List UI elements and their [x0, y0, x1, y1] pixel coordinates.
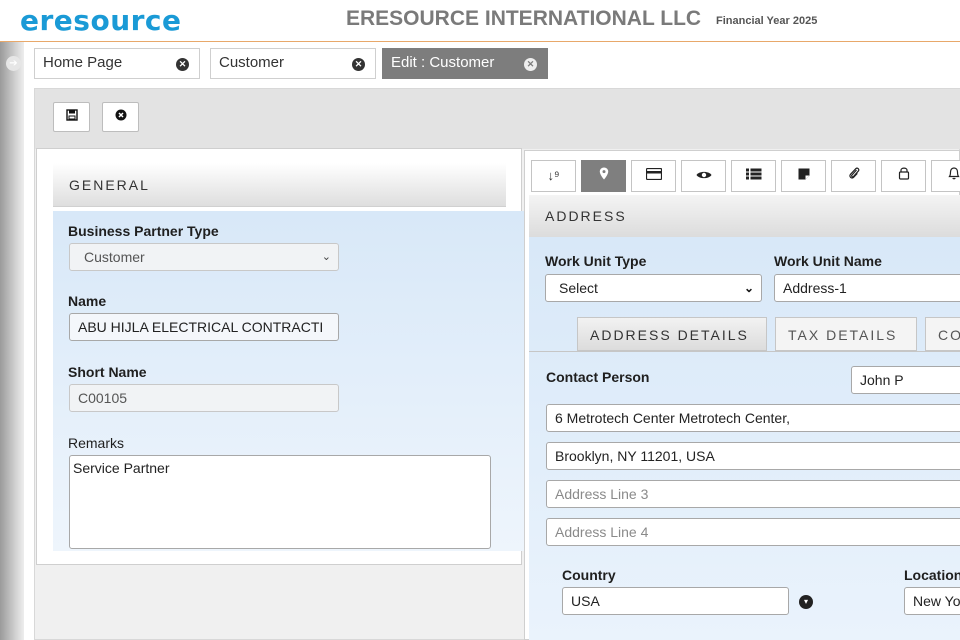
- address-panel: ↓⁹ ADDRESS Work Unit Type Select ⌄ Work …: [524, 150, 960, 640]
- address-subtab-bar: ADDRESS DETAILS TAX DETAILS CO: [529, 317, 960, 353]
- short-name-label: Short Name: [68, 364, 147, 380]
- address-line-3-field[interactable]: Address Line 3: [546, 480, 960, 508]
- address-line-1-field[interactable]: 6 Metrotech Center Metrotech Center,: [546, 404, 960, 432]
- cancel-button[interactable]: [102, 102, 139, 132]
- name-label: Name: [68, 293, 107, 309]
- note-icon: [798, 168, 809, 180]
- list-tab-button[interactable]: [731, 160, 776, 192]
- work-unit-name-label: Work Unit Name: [774, 253, 882, 269]
- general-section-title: GENERAL: [53, 163, 506, 207]
- chevron-down-icon: ⌄: [743, 281, 754, 295]
- attachment-tab-button[interactable]: [831, 160, 876, 192]
- notes-tab-button[interactable]: [781, 160, 826, 192]
- close-icon[interactable]: ✕: [352, 58, 365, 71]
- location-field[interactable]: New Yo: [904, 587, 960, 615]
- left-sidebar-strip: [0, 42, 24, 640]
- notification-tab-button[interactable]: [931, 160, 960, 192]
- subtab-divider: [529, 351, 960, 352]
- company-name: ERESOURCE INTERNATIONAL LLC: [346, 7, 702, 30]
- form-toolbar: [35, 89, 960, 149]
- address-icon-toolbar: ↓⁹: [531, 160, 960, 194]
- financial-year-label: Financial Year 2025: [716, 15, 818, 27]
- work-unit-type-value: Select: [559, 280, 598, 296]
- subtab-address-details[interactable]: ADDRESS DETAILS: [577, 317, 767, 351]
- eye-icon: [696, 171, 711, 179]
- sort-icon: ↓⁹: [547, 168, 560, 183]
- country-field[interactable]: USA: [562, 587, 789, 615]
- app-root: eresource ERESOURCE INTERNATIONAL LLC Fi…: [0, 0, 960, 640]
- chevron-down-icon: ⌄: [321, 251, 331, 263]
- work-unit-type-label: Work Unit Type: [545, 253, 647, 269]
- general-section-body: Business Partner Type Customer ⌄ Name AB…: [53, 211, 541, 551]
- tab-home-page[interactable]: Home Page ✕: [34, 48, 200, 79]
- brand-logo[interactable]: eresource: [20, 4, 182, 37]
- name-field[interactable]: ABU HIJLA ELECTRICAL CONTRACTI: [69, 313, 339, 341]
- remarks-label: Remarks: [68, 435, 125, 451]
- location-pin-icon: [599, 167, 608, 180]
- paperclip-icon: [848, 167, 859, 179]
- save-icon: [65, 109, 78, 121]
- sidebar-toggle-icon[interactable]: ➔: [6, 56, 21, 71]
- sort-tab-button[interactable]: ↓⁹: [531, 160, 576, 192]
- view-tab-button[interactable]: [681, 160, 726, 192]
- subtab-contact[interactable]: CO: [925, 317, 960, 351]
- subtab-tax-details[interactable]: TAX DETAILS: [775, 317, 917, 351]
- card-icon: [645, 167, 662, 181]
- country-label: Country: [562, 567, 616, 583]
- bell-icon: [947, 167, 960, 180]
- contact-person-label: Contact Person: [546, 369, 650, 385]
- tab-edit-customer[interactable]: Edit : Customer ✕: [382, 48, 548, 79]
- contact-person-field[interactable]: John P: [851, 366, 960, 394]
- address-tab-button[interactable]: [581, 160, 626, 192]
- address-section-title: ADDRESS: [529, 195, 960, 237]
- security-tab-button[interactable]: [881, 160, 926, 192]
- general-panel: GENERAL Business Partner Type Customer ⌄…: [36, 148, 541, 565]
- lock-icon: [898, 167, 909, 180]
- business-partner-type-select[interactable]: Customer ⌄: [69, 243, 339, 271]
- tab-label: Edit : Customer: [391, 54, 495, 71]
- list-icon: [745, 168, 761, 180]
- work-unit-name-field[interactable]: Address-1: [774, 274, 960, 302]
- close-icon[interactable]: ✕: [524, 58, 537, 71]
- work-unit-type-select[interactable]: Select ⌄: [545, 274, 762, 302]
- location-label: Location: [904, 567, 960, 583]
- chevron-down-icon[interactable]: ▾: [799, 595, 813, 609]
- short-name-field[interactable]: C00105: [69, 384, 339, 412]
- close-icon[interactable]: ✕: [176, 58, 189, 71]
- app-header: eresource ERESOURCE INTERNATIONAL LLC Fi…: [0, 0, 960, 42]
- business-partner-type-value: Customer: [84, 249, 145, 265]
- close-circle-icon: [115, 109, 126, 121]
- address-line-4-field[interactable]: Address Line 4: [546, 518, 960, 546]
- payment-tab-button[interactable]: [631, 160, 676, 192]
- address-section-body: Work Unit Type Select ⌄ Work Unit Name A…: [529, 237, 960, 640]
- tab-label: Home Page: [43, 54, 123, 71]
- tab-customer[interactable]: Customer ✕: [210, 48, 376, 79]
- address-line-2-field[interactable]: Brooklyn, NY 11201, USA: [546, 442, 960, 470]
- business-partner-type-label: Business Partner Type: [68, 223, 219, 239]
- remarks-textarea[interactable]: Service Partner: [69, 455, 491, 549]
- save-button[interactable]: [53, 102, 90, 132]
- tab-label: Customer: [219, 54, 285, 71]
